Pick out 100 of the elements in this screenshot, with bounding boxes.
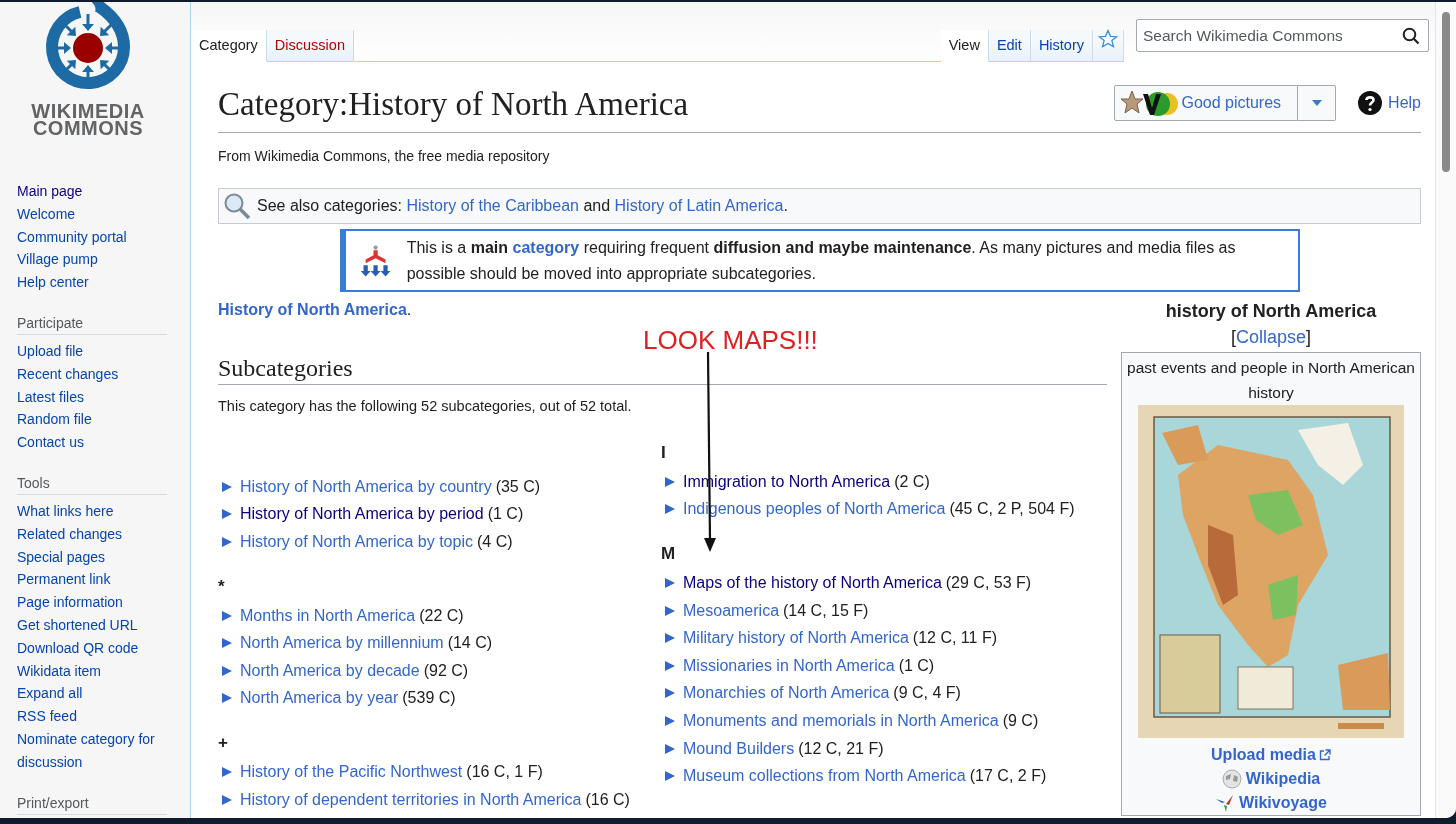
subcategory-link[interactable]: History of the Pacific Northwest — [240, 762, 463, 781]
notice-text: This is a main category requiring frequent diffusion and maybe maintenance. As many pictures and media files as possible should be moved into appropriate subcategories. — [406, 237, 1237, 284]
sidebar-link[interactable]: Recent changes — [17, 362, 172, 386]
expand-triangle-icon[interactable] — [221, 637, 233, 650]
sidebar-link[interactable]: Welcome — [17, 202, 172, 226]
subcategory-link[interactable]: Missionaries in North America — [683, 656, 895, 675]
subcategory-link[interactable]: Monuments and memorials in North America — [683, 711, 999, 730]
sidebar-heading: Print/export — [17, 792, 167, 815]
infobox-description: past events and people in North American history — [1126, 358, 1416, 403]
sidebar-link[interactable]: Community portal — [17, 225, 172, 249]
subcategory-link[interactable]: History of dependent territories in North America — [240, 790, 582, 809]
expand-triangle-icon[interactable] — [221, 609, 233, 622]
expand-triangle-icon[interactable] — [664, 714, 676, 727]
view-tab[interactable]: Edit — [988, 30, 1031, 62]
sidebar-heading: Tools — [17, 472, 167, 495]
subcategory-link[interactable]: Mesoamerica — [683, 601, 780, 620]
expand-triangle-icon[interactable] — [221, 536, 233, 548]
sidebar-link[interactable]: Special pages — [17, 545, 172, 569]
category-link[interactable]: History of Latin America — [614, 197, 784, 214]
upload-media-link[interactable]: Upload media — [1211, 743, 1331, 767]
subcategory-summary: This category has the following 52 subcategories, out of 52 total. — [218, 397, 633, 416]
sidebar-link[interactable]: Download QR code — [17, 636, 172, 660]
category-link[interactable]: History of the Caribbean — [406, 197, 579, 214]
expand-triangle-icon[interactable] — [221, 508, 233, 521]
expand-triangle-icon[interactable] — [664, 632, 676, 645]
globe-icon — [1221, 769, 1242, 789]
item-count: (2 C) — [894, 472, 930, 491]
expand-triangle-icon[interactable] — [664, 503, 676, 516]
expand-triangle-icon[interactable] — [664, 577, 676, 589]
item-count: (14 C, 15 F) — [783, 601, 869, 620]
expand-triangle-icon[interactable] — [664, 604, 676, 617]
subcategory-link[interactable]: History of North America by period — [240, 505, 484, 524]
subcategory-link[interactable]: Maps of the history of North America — [683, 574, 942, 592]
sidebar-link[interactable]: Page information — [17, 591, 172, 614]
expand-triangle-icon[interactable] — [221, 692, 233, 705]
subcategory-link[interactable]: Months in North America — [240, 606, 416, 625]
subcategory-link[interactable]: North America by year — [240, 689, 399, 708]
sidebar-link[interactable]: Random file — [17, 408, 172, 432]
intro-link[interactable]: History of North America — [218, 301, 407, 318]
expand-triangle-icon[interactable] — [221, 765, 233, 778]
project-link[interactable]: Wikipedia — [1245, 767, 1321, 791]
section-heading: Subcategories — [218, 352, 1107, 385]
sidebar-link[interactable]: Upload file — [17, 340, 172, 363]
sidebar-link[interactable]: Help center — [17, 271, 172, 294]
sidebar-link[interactable]: Nominate category for discussion — [17, 727, 172, 774]
logo-wordmark: WIKIMEDIA COMMONS — [31, 103, 145, 137]
sidebar-link[interactable]: What links here — [17, 499, 172, 523]
sidebar-link[interactable]: Contact us — [17, 431, 172, 454]
item-count: (1 C) — [487, 505, 524, 524]
help-link[interactable]: Help — [1358, 91, 1421, 115]
expand-triangle-icon[interactable] — [664, 687, 676, 700]
good-pictures-button[interactable]: Good pictures — [1114, 85, 1299, 121]
view-tab[interactable]: History — [1030, 30, 1093, 62]
item-count: (17 C, 2 F) — [969, 767, 1047, 786]
project-link[interactable]: Wikivoyage — [1239, 791, 1327, 815]
expand-triangle-icon[interactable] — [664, 659, 676, 672]
expand-triangle-icon[interactable] — [664, 475, 676, 488]
page-title: Category:History of North America — [218, 85, 690, 124]
subcategory-link[interactable]: North America by decade — [240, 661, 420, 680]
sidebar-link[interactable]: Related changes — [17, 522, 172, 546]
sidebar-link[interactable]: RSS feed — [17, 705, 172, 728]
expand-triangle-icon[interactable] — [221, 664, 233, 677]
expand-triangle-icon[interactable] — [221, 793, 233, 806]
sidebar-link[interactable]: Latest files — [17, 385, 172, 409]
sidebar-link[interactable]: Wikidata item — [17, 659, 172, 683]
subcategory-link[interactable]: North America by millennium — [240, 634, 444, 653]
subcategory-link[interactable]: History of North America by topic — [240, 533, 473, 551]
group-letter: M — [661, 543, 677, 566]
item-count: (29 C, 53 F) — [945, 574, 1032, 592]
search-field[interactable]: Search Wikimedia Commons — [1136, 19, 1429, 52]
view-tab[interactable]: View — [940, 30, 989, 62]
sidebar-link[interactable]: Expand all — [17, 682, 172, 706]
page-tab[interactable]: Discussion — [266, 30, 354, 62]
scrollbar-thumb[interactable] — [1442, 12, 1450, 172]
subcategory-link[interactable]: Museum collections from North America — [683, 767, 966, 786]
see-also-note: See also categories: History of the Caribbean and History of Latin America. — [257, 197, 788, 215]
sidebar-heading: Participate — [17, 313, 167, 335]
group-letter: + — [218, 732, 229, 755]
item-count: (1 C) — [898, 656, 935, 675]
expand-triangle-icon[interactable] — [221, 480, 233, 493]
page-tab[interactable]: Category — [191, 30, 267, 62]
category-link[interactable]: category — [512, 238, 580, 256]
collapse-link[interactable]: Collapse — [1235, 327, 1306, 347]
help-icon — [1358, 91, 1383, 115]
sidebar-link[interactable]: Permanent link — [17, 568, 172, 592]
sidebar-link[interactable]: Village pump — [17, 248, 172, 272]
expand-triangle-icon[interactable] — [664, 742, 676, 755]
external-link-icon — [1318, 749, 1331, 761]
subcategory-link[interactable]: History of North America by country — [240, 477, 492, 496]
sidebar-link[interactable]: Get shortened URL — [17, 613, 172, 637]
intro-text: History of North America. — [218, 300, 413, 320]
expand-triangle-icon[interactable] — [664, 770, 676, 783]
subcategory-link[interactable]: Mound Builders — [683, 739, 795, 758]
subcategory-link[interactable]: Military history of North America — [683, 629, 909, 648]
sidebar-link[interactable]: Main page — [17, 180, 172, 203]
watch-star-icon[interactable] — [1098, 29, 1118, 49]
item-count: (4 C) — [476, 533, 513, 551]
subcategory-link[interactable]: Monarchies of North America — [683, 684, 890, 703]
collapse-toggle: [Collapse] — [1230, 324, 1312, 350]
search-icon[interactable] — [1402, 27, 1420, 45]
